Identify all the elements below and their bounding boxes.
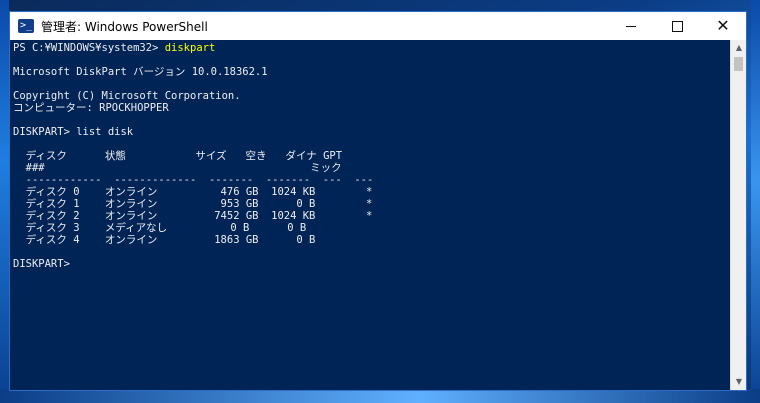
console-line: DISKPART> list disk [13,126,134,138]
powershell-window: >_ 管理者: Windows PowerShell ✕ PS C:¥WINDO… [9,11,747,391]
close-button[interactable]: ✕ [700,12,746,40]
console-line: ディスク 0 オンライン 476 GB 1024 KB * [13,186,373,198]
maximize-icon [671,20,683,32]
console-line: ディスク 状態 サイズ 空き ダイナ GPT [13,150,343,162]
console-output[interactable]: PS C:¥WINDOWS¥system32> diskpart Microsof… [10,40,730,390]
title-bar[interactable]: >_ 管理者: Windows PowerShell ✕ [10,12,746,40]
minimize-button[interactable] [608,12,654,40]
vertical-scrollbar[interactable]: ▲ ▼ [730,40,746,390]
desktop-background-bottom [0,389,760,403]
powershell-icon[interactable]: >_ [18,19,34,33]
console-line: ディスク 4 オンライン 1863 GB 0 B [13,234,316,246]
desktop-background-left [0,0,9,403]
console-line: DISKPART> [13,258,77,270]
console-line: Microsoft DiskPart バージョン 10.0.18362.1 [13,66,268,78]
console-line: ------------ ------------- ------- -----… [13,174,374,186]
minimize-icon [626,25,636,27]
scroll-thumb[interactable] [734,57,743,71]
console-line: ディスク 1 オンライン 953 GB 0 B * [13,198,373,210]
maximize-button[interactable] [654,12,700,40]
console-command: diskpart [164,42,216,54]
console-line: Copyright (C) Microsoft Corporation. [13,90,241,102]
console-line: ### ミック [13,162,342,174]
desktop-background-right [751,0,760,403]
close-icon: ✕ [716,16,730,35]
window-controls: ✕ [608,12,746,40]
console-prompt: PS C:¥WINDOWS¥system32> [13,42,165,54]
console-line: PS C:¥WINDOWS¥system32> diskpart [13,42,730,54]
console-line: ディスク 3 メディアなし 0 B 0 B [13,222,307,234]
scroll-down-arrow-icon[interactable]: ▼ [731,374,747,390]
console-line: ディスク 2 オンライン 7452 GB 1024 KB * [13,210,373,222]
scroll-up-arrow-icon[interactable]: ▲ [731,40,747,56]
console-line: コンピューター: RPOCKHOPPER [13,102,169,114]
window-title: 管理者: Windows PowerShell [41,19,208,34]
